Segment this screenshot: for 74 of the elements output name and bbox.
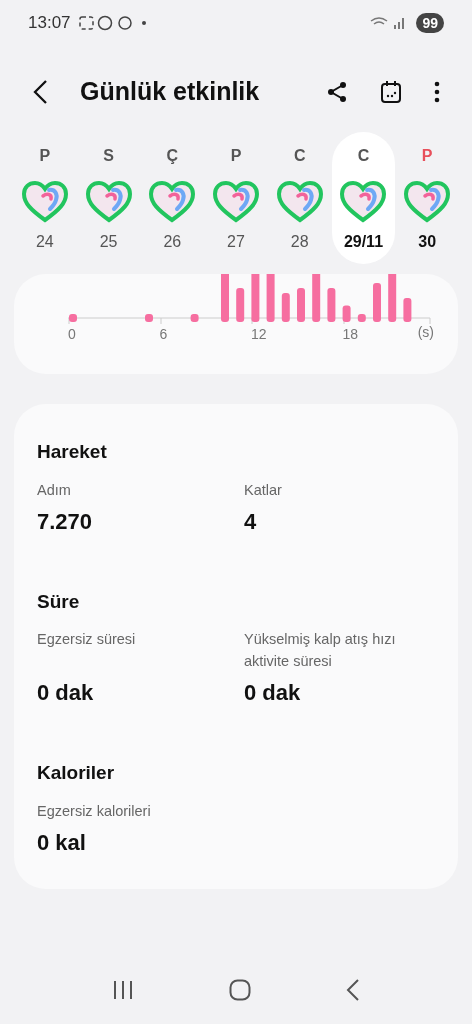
recents-icon[interactable] [111, 980, 134, 1000]
axis-label: 18 [342, 326, 359, 342]
axis-label: 12 [251, 326, 267, 342]
calendar-icon[interactable] [380, 80, 402, 104]
section-title: Süre [37, 589, 81, 614]
chart-bar [373, 283, 381, 322]
stat-label: Yükselmiş kalp atış hızı aktivite süresi [244, 630, 397, 671]
day-letter: C [357, 146, 370, 166]
day-letter: P [39, 146, 51, 166]
heart-ring-icon [212, 180, 260, 224]
day-date: 27 [227, 232, 245, 252]
axis-unit: (s) [417, 323, 434, 342]
day-date: 26 [163, 232, 182, 252]
day-letter: P [421, 146, 433, 166]
stat-value: 0 dak [244, 679, 302, 707]
stat-label: Katlar [244, 480, 283, 500]
chart-bar [69, 314, 77, 322]
section-title: Kaloriler [37, 761, 116, 785]
status-time: 13:07 [28, 12, 71, 35]
chart-bar [327, 288, 336, 322]
heart-ring-icon [403, 180, 452, 224]
heart-ring-icon [148, 180, 197, 224]
day-letter: S [103, 146, 114, 166]
stat-label: Egzersiz süresi [37, 630, 137, 649]
day-letter: Ç [166, 146, 179, 166]
chart-bar [145, 314, 153, 322]
day-date: 28 [290, 232, 309, 252]
chart-bar [312, 274, 321, 322]
day-tab[interactable]: P 27 [204, 132, 268, 264]
day-tab[interactable]: Ç 26 [140, 132, 205, 264]
day-date: 24 [35, 232, 54, 252]
chart-bar [266, 274, 275, 322]
axis-label: 6 [159, 326, 168, 342]
heart-ring-icon [339, 180, 388, 224]
day-tab[interactable]: C 29/11 [331, 132, 396, 264]
day-tab[interactable]: S 25 [76, 132, 141, 264]
screenshot-icon [78, 16, 94, 30]
back-nav-icon[interactable] [346, 979, 361, 1001]
chart-bar [388, 274, 397, 322]
chart-bar [297, 288, 305, 322]
chart-bar [251, 274, 260, 322]
day-letter: C [293, 146, 306, 166]
dot-icon [141, 21, 146, 25]
chart-bar [281, 293, 290, 322]
chart-bar [236, 288, 245, 322]
home-icon[interactable] [229, 979, 251, 1001]
day-date: 30 [418, 232, 437, 252]
day-letter: P [230, 146, 242, 166]
stat-value: 7.270 [37, 507, 94, 536]
heart-ring-icon [275, 180, 324, 224]
chart-bar [357, 314, 366, 322]
day-date: 25 [99, 232, 118, 252]
more-icon[interactable] [434, 81, 440, 103]
heart-ring-icon [20, 180, 69, 224]
axis-label: 0 [68, 326, 76, 342]
page-title: Günlük etkinlik [80, 76, 261, 108]
share-icon[interactable] [326, 81, 348, 103]
day-tab[interactable]: C 28 [267, 132, 332, 264]
stat-label: Adım [37, 480, 72, 500]
stat-value: 0 dak [37, 679, 95, 707]
day-tab[interactable]: P 24 [13, 132, 77, 264]
chart-bar [221, 274, 229, 322]
stat-value: 0 kal [37, 828, 87, 857]
section-title: Hareket [37, 440, 108, 464]
chart-bar [190, 314, 199, 322]
battery-level: 99 [416, 13, 444, 33]
chart-bar [342, 305, 351, 322]
day-tab[interactable]: P 30 [395, 132, 460, 264]
stat-label: Egzersiz kalorileri [37, 801, 152, 821]
chart-bar [403, 298, 412, 322]
stat-value: 4 [244, 507, 258, 536]
day-date: 29/11 [343, 232, 384, 252]
heart-ring-icon [84, 180, 133, 224]
back-icon[interactable] [32, 79, 48, 105]
